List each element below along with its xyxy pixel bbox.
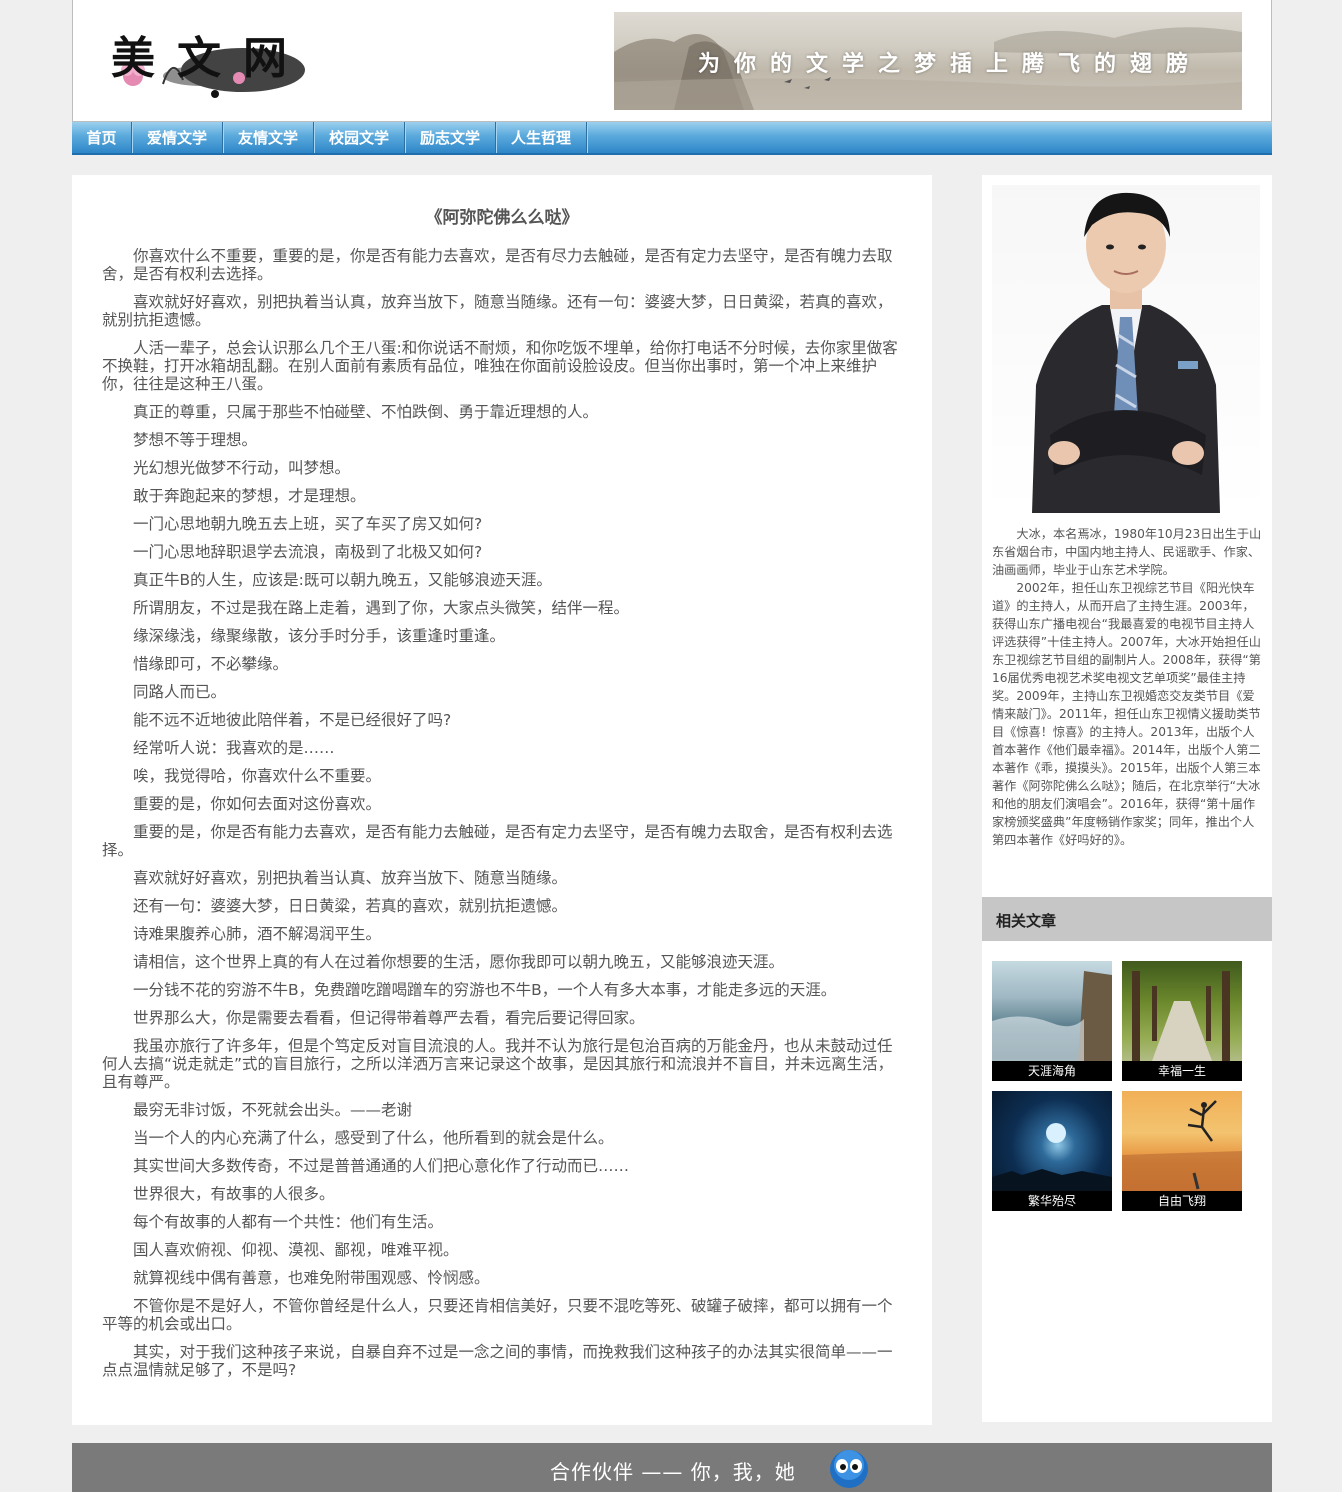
article-paragraph: 惜缘即可，不必攀缘。 [133, 655, 289, 673]
night-moon-icon [992, 1123, 1112, 1191]
article-paragraph: 还有一句：婆婆大梦，日日黄粱，若真的喜欢，就别抗拒遗憾。 [133, 897, 568, 915]
nav-item-inspirational[interactable]: 励志文学 [405, 122, 496, 153]
site-header: 美文网 为你的文学之梦插上腾飞的翅膀 [72, 0, 1272, 122]
banner-slogan: 为你的文学之梦插上腾飞的翅膀 [698, 51, 1203, 77]
article-paragraph: 能不远不近地彼此陪伴着，不是已经很好了吗? [133, 711, 452, 729]
article-paragraph: 请相信，这个世界上真的有人在过着你想要的生活，愿你我即可以朝九晚五，又能够浪迹天… [133, 953, 785, 971]
bio-paragraph: 大冰，本名焉冰，1980年10月23日出生于山东省烟台市，中国内地主持人、民谣歌… [992, 527, 1262, 577]
related-articles-title: 相关文章 [996, 912, 1057, 930]
nav-item-campus[interactable]: 校园文学 [314, 122, 405, 153]
article-paragraph: 喜欢就好好喜欢，别把执着当认真、放弃当放下、随意当随缘。 [133, 869, 568, 887]
article-paragraph: 最穷无非讨饭，不死就会出头。——老谢 [133, 1101, 413, 1119]
mascot-eyes-icon[interactable] [829, 1449, 869, 1489]
site-logo[interactable]: 美文网 [103, 14, 313, 106]
nav-item-friendship[interactable]: 友情文学 [223, 122, 314, 153]
article-paragraph: 诗难果腹养心肺，酒不解渴润平生。 [133, 925, 382, 943]
bio-paragraph: 2002年，担任山东卫视综艺节目《阳光快车道》的主持人，从而开启了主持生涯。20… [992, 581, 1261, 847]
article-paragraph: 真正牛B的人生，应该是:既可以朝九晚五，又能够浪迹天涯。 [133, 571, 552, 589]
related-article-thumb[interactable]: 天涯海角 [992, 961, 1112, 1081]
article-paragraph: 国人喜欢俯视、仰视、漠视、鄙视，唯难平视。 [133, 1241, 459, 1259]
article-paragraph: 同路人而已。 [133, 683, 227, 701]
nav-item-philosophy[interactable]: 人生哲理 [496, 122, 587, 153]
article-paragraph: 经常听人说：我喜欢的是…… [133, 739, 335, 757]
nav-item-home[interactable]: 首页 [72, 122, 132, 153]
article-paragraph: 唉，我觉得哈，你喜欢什么不重要。 [133, 767, 382, 785]
related-article-caption: 自由飞翔 [1122, 1191, 1242, 1211]
author-bio: 大冰，本名焉冰，1980年10月23日出生于山东省烟台市，中国内地主持人、民谣歌… [992, 525, 1262, 849]
nav-item-love[interactable]: 爱情文学 [132, 122, 223, 153]
article-paragraph: 梦想不等于理想。 [133, 431, 258, 449]
main-nav: 首页 爱情文学 友情文学 校园文学 励志文学 人生哲理 [72, 122, 1272, 155]
article-panel: 《阿弥陀佛么么哒》 你喜欢什么不重要，重要的是，你是否有能力去喜欢，是否有尽力去… [72, 175, 932, 1425]
related-article-thumb[interactable]: 自由飞翔 [1122, 1091, 1242, 1211]
article-paragraph: 当一个人的内心充满了什么，感受到了什么，他所看到的就会是什么。 [133, 1129, 614, 1147]
related-article-caption: 幸福一生 [1122, 1061, 1242, 1081]
article-paragraph: 其实世间大多数传奇，不过是普普通通的人们把心意化作了行动而已…… [133, 1157, 630, 1175]
header-banner: 为你的文学之梦插上腾飞的翅膀 [614, 12, 1242, 110]
article-paragraph: 喜欢就好好喜欢，别把执着当认真，放弃当放下，随意当随缘。还有一句：婆婆大梦，日日… [102, 293, 893, 329]
article-paragraph: 敢于奔跑起来的梦想，才是理想。 [133, 487, 366, 505]
article-paragraph: 缘深缘浅，缘聚缘散，该分手时分手，该重逢时重逢。 [133, 627, 506, 645]
article-paragraph: 所谓朋友，不过是我在路上走着，遇到了你，大家点头微笑，结伴一程。 [133, 599, 630, 617]
dancer-sunset-icon [1122, 1100, 1242, 1191]
logo-text: 美文网 [111, 33, 309, 84]
article-title: 《阿弥陀佛么么哒》 [425, 208, 579, 228]
article-paragraph: 真正的尊重，只属于那些不怕碰壁、不怕跌倒、勇于靠近理想的人。 [133, 403, 599, 421]
article-body: 你喜欢什么不重要，重要的是，你是否有能力去喜欢，是否有尽力去触碰，是否有定力去坚… [102, 247, 902, 1389]
footer-partners: 合作伙伴 —— 你，我，她 [550, 1460, 796, 1484]
garden-path-icon [1132, 971, 1230, 1061]
article-paragraph: 重要的是，你如何去面对这份喜欢。 [133, 795, 382, 813]
sidebar: 大冰，本名焉冰，1980年10月23日出生于山东省烟台市，中国内地主持人、民谣歌… [982, 175, 1272, 1422]
author-photo-icon [1032, 192, 1220, 513]
related-article-caption: 天涯海角 [992, 1061, 1112, 1081]
article-paragraph: 世界很大，有故事的人很多。 [133, 1185, 335, 1203]
site-footer: 合作伙伴 —— 你，我，她 [72, 1443, 1272, 1492]
article-paragraph: 一分钱不花的穷游不牛B，免费蹭吃蹭喝蹭车的穷游也不牛B，一个人有多大本事，才能走… [133, 981, 837, 999]
article-paragraph: 每个有故事的人都有一个共性：他们有生活。 [133, 1213, 444, 1231]
related-article-thumb[interactable]: 幸福一生 [1122, 961, 1242, 1081]
article-paragraph: 其实，对于我们这种孩子来说，自暴自弃不过是一念之间的事情，而挽救我们这种孩子的办… [102, 1343, 893, 1379]
article-paragraph: 世界那么大，你是需要去看看，但记得带着尊严去看，看完后要记得回家。 [133, 1009, 645, 1027]
article-paragraph: 就算视线中偶有善意，也难免附带围观感、怜悯感。 [133, 1269, 490, 1287]
article-paragraph: 人活一辈子，总会认识那么几个王八蛋:和你说话不耐烦，和你吃饭不埋单，给你打电话不… [102, 339, 898, 393]
related-article-caption: 繁华殆尽 [992, 1191, 1112, 1211]
article-paragraph: 不管你是不是好人，不管你曾经是什么人，只要还肯相信美好，只要不混吃等死、破罐子破… [102, 1297, 893, 1333]
author-portrait [992, 185, 1260, 513]
related-articles-header: 相关文章 [982, 897, 1272, 941]
article-paragraph: 重要的是，你是否有能力去喜欢，是否有能力去触碰，是否有定力去坚守，是否有魄力去取… [102, 823, 893, 859]
article-paragraph: 一门心思地辞职退学去流浪，南极到了北极又如何? [133, 543, 483, 561]
related-article-thumb[interactable]: 繁华殆尽 [992, 1091, 1112, 1211]
article-paragraph: 我虽亦旅行了许多年，但是个笃定反对盲目流浪的人。我并不认为旅行是包治百病的万能金… [102, 1037, 894, 1091]
sea-cliff-icon [992, 971, 1112, 1061]
article-paragraph: 一门心思地朝九晚五去上班，买了车买了房又如何? [133, 515, 483, 533]
article-paragraph: 你喜欢什么不重要，重要的是，你是否有能力去喜欢，是否有尽力去触碰，是否有定力去坚… [102, 247, 893, 283]
article-paragraph: 光幻想光做梦不行动，叫梦想。 [133, 459, 351, 477]
